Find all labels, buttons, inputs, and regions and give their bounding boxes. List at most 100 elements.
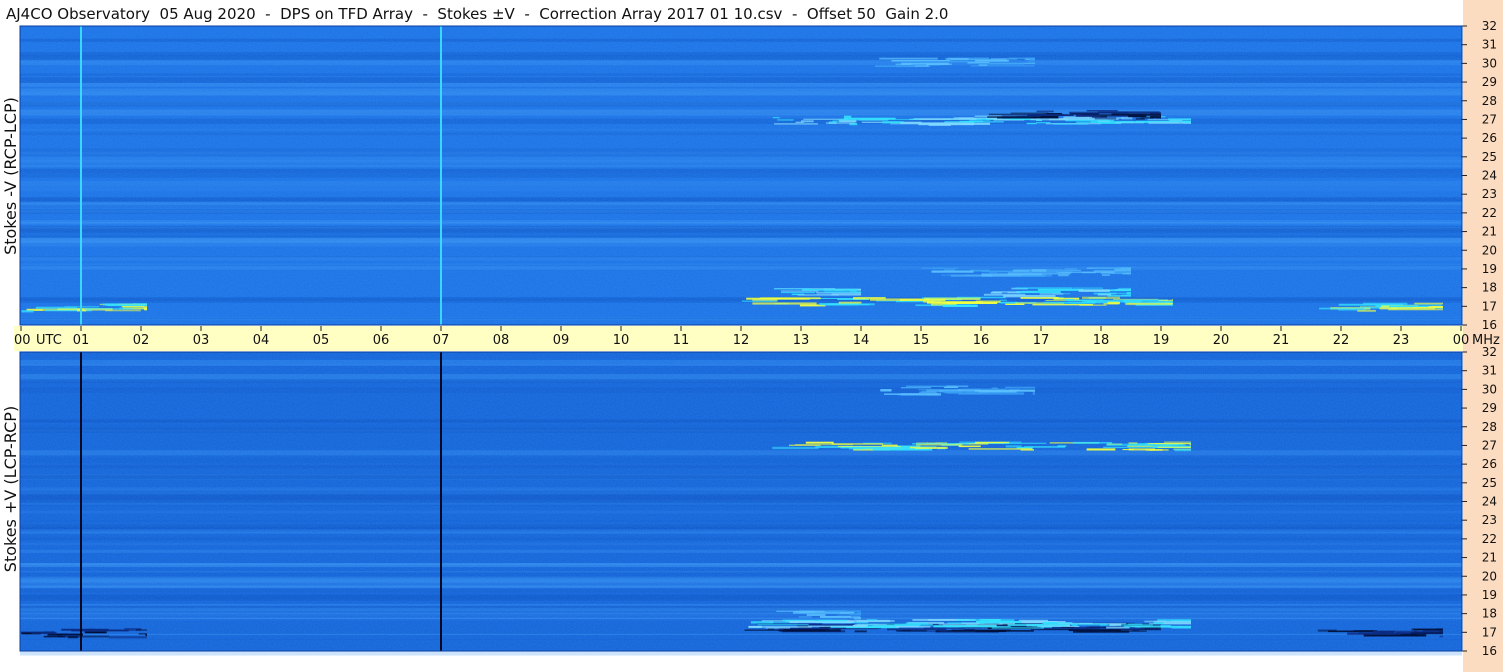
time-tick-label: 08: [493, 333, 510, 348]
burst-mark: [1121, 294, 1131, 297]
freq-tick-label: 19: [1482, 262, 1497, 276]
freq-tick-label: 30: [1482, 382, 1497, 396]
freq-tick-label: 26: [1482, 131, 1497, 145]
burst-mark: [1410, 632, 1443, 634]
burst-mark: [1073, 630, 1130, 633]
burst-mark: [849, 613, 861, 616]
time-tick-label: 06: [373, 333, 390, 348]
burst-mark: [752, 302, 817, 305]
burst-mark: [1148, 629, 1161, 631]
freq-tick-label: 23: [1482, 187, 1497, 201]
burst-mark: [975, 441, 1010, 444]
burst-mark: [145, 633, 147, 636]
freq-tick-label: 18: [1482, 607, 1497, 621]
burst-mark: [1010, 112, 1049, 114]
burst-mark: [825, 122, 856, 124]
freq-tick-label: 25: [1482, 150, 1497, 164]
burst-mark: [1103, 446, 1160, 449]
time-tick-label: 20: [1213, 333, 1230, 348]
burst-mark: [781, 292, 815, 294]
burst-mark: [1064, 298, 1075, 301]
burst-mark: [1037, 288, 1083, 291]
time-tick-label: 15: [913, 333, 930, 348]
time-tick-label: 22: [1333, 333, 1350, 348]
noise-texture: [20, 352, 1462, 651]
burst-mark: [939, 629, 947, 632]
burst-mark: [1125, 302, 1173, 306]
freq-tick-label: 27: [1482, 438, 1497, 452]
burst-mark: [1005, 386, 1035, 389]
freq-tick-label: 25: [1482, 476, 1497, 490]
burst-mark: [772, 116, 780, 119]
burst-mark: [978, 64, 988, 66]
burst-mark: [881, 444, 898, 447]
burst-mark: [1109, 623, 1122, 626]
freq-tick-label: 20: [1482, 569, 1497, 583]
freq-tick-label: 31: [1482, 364, 1497, 378]
burst-mark: [900, 122, 965, 124]
burst-mark: [1026, 122, 1037, 125]
burst-mark: [958, 392, 1025, 395]
burst-mark: [1072, 287, 1103, 289]
burst-mark: [910, 446, 948, 449]
time-tick-label: 04: [253, 333, 270, 348]
freq-tick-label: 20: [1482, 243, 1497, 257]
burst-mark: [961, 622, 980, 624]
burst-mark: [838, 301, 862, 304]
burst-mark: [1015, 291, 1061, 294]
burst-mark: [1086, 110, 1118, 112]
burst-mark: [1121, 117, 1133, 120]
burst-mark: [35, 306, 77, 309]
burst-mark: [765, 626, 791, 629]
time-marker-line: [80, 26, 82, 325]
burst-mark: [798, 616, 812, 618]
burst-mark: [1094, 117, 1117, 120]
burst-mark: [1184, 121, 1191, 123]
burst-mark: [1115, 122, 1144, 124]
burst-mark: [894, 623, 933, 626]
burst-mark: [968, 448, 1033, 450]
burst-mark: [1158, 299, 1173, 302]
burst-mark: [1005, 445, 1022, 448]
burst-mark: [956, 619, 1015, 621]
burst-mark: [1032, 304, 1093, 306]
time-tick-label: 02: [133, 333, 150, 348]
burst-mark: [999, 623, 1015, 625]
burst-mark: [1058, 274, 1069, 277]
freq-tick-label: 22: [1482, 206, 1497, 220]
freq-tick-label: 26: [1482, 457, 1497, 471]
burst-mark: [831, 293, 861, 296]
burst-mark: [1015, 287, 1073, 289]
burst-mark: [1036, 110, 1054, 113]
burst-mark: [1168, 118, 1191, 121]
burst-mark: [832, 120, 840, 122]
burst-mark: [96, 629, 141, 631]
burst-mark: [1144, 620, 1167, 623]
burst-mark: [1099, 623, 1153, 626]
time-tick-label: 05: [313, 333, 330, 348]
burst-mark: [144, 308, 147, 311]
burst-mark: [1012, 270, 1030, 272]
burst-mark: [143, 306, 147, 309]
burst-mark: [880, 389, 892, 392]
burst-mark: [136, 629, 147, 631]
burst-mark: [1189, 442, 1191, 444]
burst-mark: [1043, 301, 1107, 304]
time-tick-label: 23: [1393, 333, 1410, 348]
freq-tick-label: 32: [1482, 345, 1497, 359]
freq-tick-label: 24: [1482, 495, 1497, 509]
burst-mark: [21, 310, 34, 313]
burst-mark: [1064, 268, 1077, 270]
burst-mark: [866, 619, 877, 621]
burst-mark: [1128, 448, 1155, 451]
burst-mark: [1128, 115, 1147, 118]
top-spectrogram-panel: [20, 26, 1462, 325]
burst-mark: [988, 271, 998, 273]
burst-mark: [1032, 624, 1068, 627]
burst-mark: [1150, 115, 1161, 119]
burst-mark: [1163, 621, 1191, 625]
burst-mark: [1039, 293, 1064, 295]
burst-mark: [84, 631, 107, 634]
spectrogram-chart: 00 01 02 03 04 05 06 07 08 09 10 11 12 13 14 15 16 17 18 19…: [14, 0, 1503, 672]
burst-mark: [1157, 446, 1191, 448]
